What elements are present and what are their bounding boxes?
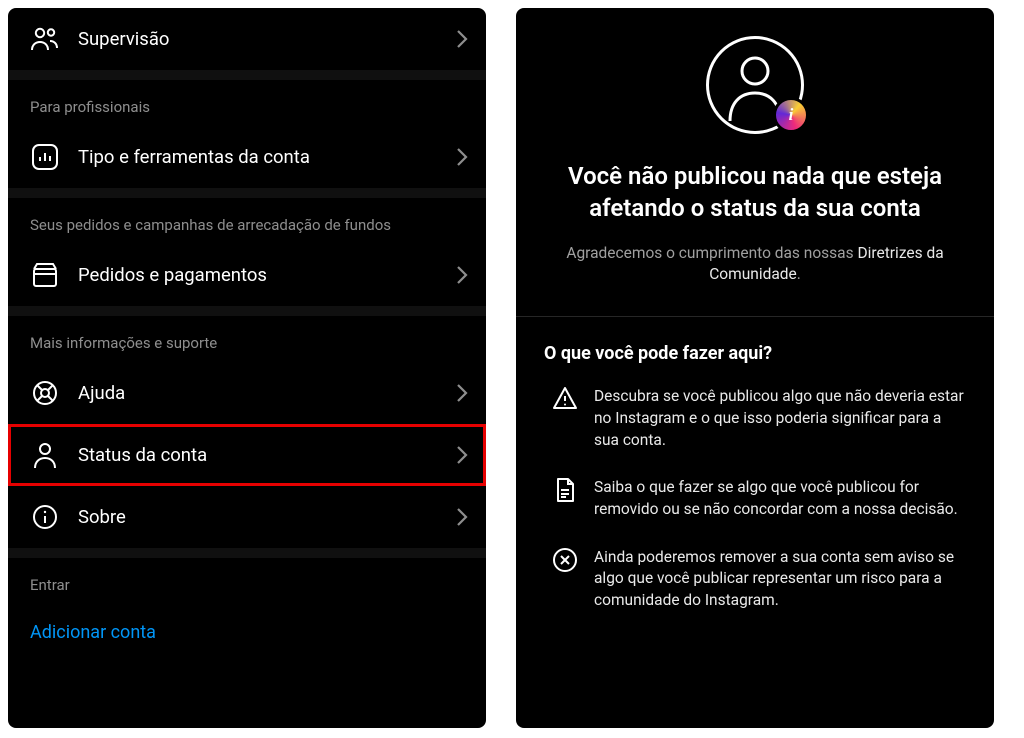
account-status-panel: i Você não publicou nada que esteja afet… — [516, 8, 994, 728]
menu-item-label: Pedidos e pagamentos — [78, 264, 456, 286]
menu-item-label: Sobre — [78, 506, 456, 528]
what-item-text: Descubra se você publicou algo que não d… — [594, 386, 966, 451]
menu-item-supervision[interactable]: Supervisão — [8, 8, 486, 70]
section-header-info-support: Mais informações e suporte — [8, 316, 486, 362]
chevron-right-icon — [456, 29, 468, 49]
menu-item-account-tools[interactable]: Tipo e ferramentas da conta — [8, 126, 486, 188]
status-hero: i Você não publicou nada que esteja afet… — [516, 8, 994, 316]
help-icon — [30, 378, 60, 408]
chevron-right-icon — [456, 147, 468, 167]
menu-item-account-status[interactable]: Status da conta — [8, 424, 486, 486]
info-badge-icon: i — [773, 97, 809, 133]
section-header-pro: Para profissionais — [8, 80, 486, 126]
chevron-right-icon — [456, 507, 468, 527]
box-icon — [30, 260, 60, 290]
profile-outline-icon: i — [706, 36, 804, 134]
status-title: Você não publicou nada que esteja afetan… — [552, 160, 958, 225]
menu-item-label: Tipo e ferramentas da conta — [78, 146, 456, 168]
add-account-link[interactable]: Adicionar conta — [8, 604, 486, 653]
chevron-right-icon — [456, 445, 468, 465]
what-item-remove: Ainda poderemos remover a sua conta sem … — [544, 547, 966, 612]
warning-triangle-icon — [552, 386, 578, 412]
section-divider — [8, 70, 486, 80]
menu-item-label: Supervisão — [78, 28, 456, 50]
what-you-can-do-section: O que você pode fazer aqui? Descubra se … — [516, 317, 994, 648]
x-circle-icon — [552, 547, 578, 573]
status-subtitle: Agradecemos o cumprimento das nossas Dir… — [552, 243, 958, 286]
settings-menu-panel: Supervisão Para profissionais Tipo e fer… — [8, 8, 486, 728]
menu-item-about[interactable]: Sobre — [8, 486, 486, 548]
supervision-icon — [30, 24, 60, 54]
document-icon — [552, 477, 578, 503]
what-item-learn: Saiba o que fazer se algo que você publi… — [544, 477, 966, 520]
section-divider — [8, 548, 486, 558]
what-item-discover: Descubra se você publicou algo que não d… — [544, 386, 966, 451]
add-account-label: Adicionar conta — [30, 622, 156, 643]
what-item-text: Saiba o que fazer se algo que você publi… — [594, 477, 966, 520]
menu-item-label: Status da conta — [78, 444, 456, 466]
chevron-right-icon — [456, 265, 468, 285]
person-icon — [30, 440, 60, 470]
section-header-login: Entrar — [8, 558, 486, 604]
menu-item-label: Ajuda — [78, 382, 456, 404]
what-title: O que você pode fazer aqui? — [544, 343, 966, 364]
chevron-right-icon — [456, 383, 468, 403]
menu-item-help[interactable]: Ajuda — [8, 362, 486, 424]
what-item-text: Ainda poderemos remover a sua conta sem … — [594, 547, 966, 612]
menu-item-orders-payments[interactable]: Pedidos e pagamentos — [8, 244, 486, 306]
info-icon — [30, 502, 60, 532]
hero-icon: i — [552, 36, 958, 134]
chart-icon — [30, 142, 60, 172]
section-divider — [8, 306, 486, 316]
section-divider — [8, 188, 486, 198]
section-header-fundraising: Seus pedidos e campanhas de arrecadação … — [8, 198, 486, 244]
